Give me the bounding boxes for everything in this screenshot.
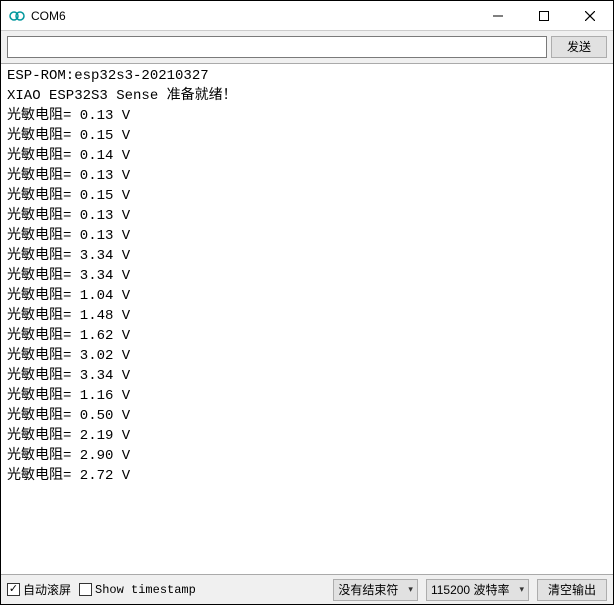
line-ending-dropdown[interactable]: 没有结束符 ▾ [333, 579, 418, 601]
send-toolbar: 发送 [1, 31, 613, 64]
minimize-button[interactable] [475, 1, 521, 30]
window-controls [475, 1, 613, 30]
baud-selected: 115200 波特率 [431, 581, 510, 598]
autoscroll-checkbox[interactable]: 自动滚屏 [7, 581, 71, 598]
maximize-button[interactable] [521, 1, 567, 30]
serial-output: ESP-ROM:esp32s3-20210327 XIAO ESP32S3 Se… [1, 64, 613, 574]
clear-output-button[interactable]: 清空输出 [537, 579, 607, 601]
baud-dropdown[interactable]: 115200 波特率 ▾ [426, 579, 529, 601]
close-button[interactable] [567, 1, 613, 30]
serial-monitor-window: COM6 发送 ESP-ROM:esp32s3-20210327 XIAO ES… [0, 0, 614, 605]
titlebar: COM6 [1, 1, 613, 31]
statusbar: 自动滚屏 Show timestamp 没有结束符 ▾ 115200 波特率 ▾… [1, 574, 613, 604]
send-button[interactable]: 发送 [551, 36, 607, 58]
serial-input[interactable] [7, 36, 547, 58]
timestamp-label: Show timestamp [95, 583, 196, 597]
timestamp-checkbox[interactable]: Show timestamp [79, 583, 196, 597]
arduino-icon [9, 8, 25, 24]
checkbox-icon [79, 583, 92, 596]
line-ending-selected: 没有结束符 [338, 581, 398, 598]
chevron-down-icon: ▾ [408, 584, 413, 595]
autoscroll-label: 自动滚屏 [23, 581, 71, 598]
checkbox-icon [7, 583, 20, 596]
window-title: COM6 [31, 9, 475, 23]
chevron-down-icon: ▾ [519, 584, 524, 595]
